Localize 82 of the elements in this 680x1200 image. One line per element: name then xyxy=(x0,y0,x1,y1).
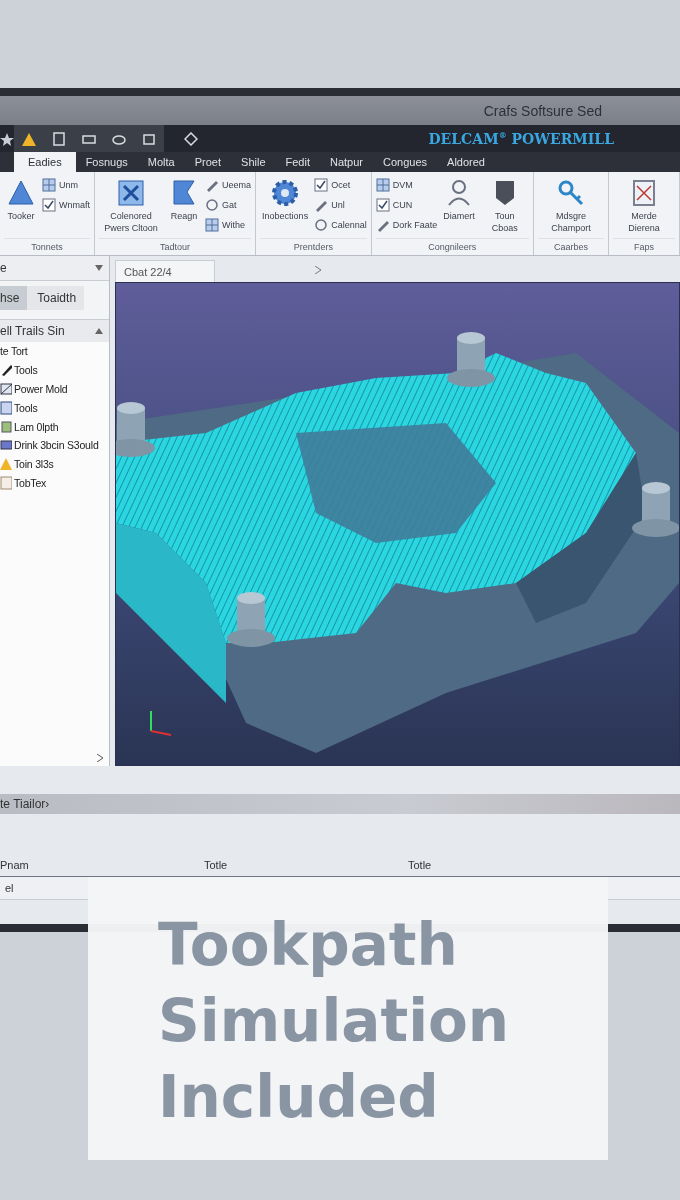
ribbon-button[interactable]: Gat xyxy=(205,198,252,212)
ribbon-tab[interactable]: Molta xyxy=(137,153,185,172)
panel-tab[interactable]: Toaidth xyxy=(27,286,85,310)
tree-item[interactable]: Tools xyxy=(0,398,38,418)
triangle-icon xyxy=(6,178,36,208)
ribbon-button[interactable]: Unm xyxy=(42,178,90,192)
cross-square-icon xyxy=(116,178,147,208)
tree-item[interactable]: Lam 0lpth xyxy=(0,417,59,436)
tree-item[interactable]: Toin 3l3s xyxy=(0,454,54,474)
column-header: Totle xyxy=(408,859,433,871)
group-label: Faps xyxy=(613,238,675,255)
promo-headline: Simulation xyxy=(158,986,511,1057)
caret-icon xyxy=(95,328,103,334)
ribbon-tab[interactable]: Congues xyxy=(373,153,438,172)
tree-header[interactable]: ell Trails Sin xyxy=(0,320,109,342)
tree-item[interactable]: TobTex xyxy=(0,473,47,493)
brand-logo: DELCAM$^{®}$ POWERMILL xyxy=(428,130,614,147)
promo-headline: Tookpath xyxy=(158,910,459,981)
ribbon-button[interactable]: Merde Dierena xyxy=(613,178,675,234)
star-icon[interactable] xyxy=(0,131,14,146)
document-icon xyxy=(0,400,12,415)
check-icon xyxy=(42,198,56,212)
column-header: Totle xyxy=(204,859,229,871)
ribbon-button[interactable]: Colenored Pwers Cltoon xyxy=(99,178,164,234)
ribbon-tab[interactable]: Fedit xyxy=(275,153,320,172)
group-label: Tadtour xyxy=(99,238,252,255)
tree-item[interactable]: Drink 3bcin S3ould xyxy=(0,436,99,455)
circle-icon xyxy=(205,198,220,212)
ribbon-button[interactable]: CUN xyxy=(375,198,438,212)
gear-icon xyxy=(270,178,301,208)
group-label: Prentders xyxy=(260,238,367,255)
ribbon-button[interactable]: Withe xyxy=(205,218,252,232)
panel-dropdown[interactable]: e xyxy=(0,256,109,281)
ribbon-button[interactable]: Calennal xyxy=(314,218,367,232)
ribbon-button[interactable]: Ueema xyxy=(205,178,252,192)
ribbon-tab[interactable]: Eadies xyxy=(14,152,76,172)
ribbon-button[interactable]: Toun Cboas xyxy=(480,178,529,234)
ribbon-button[interactable]: Tooker xyxy=(4,178,38,222)
ribbon-button[interactable]: Reagn xyxy=(167,178,202,222)
ribbon-tab[interactable]: Shile xyxy=(231,153,276,172)
pencil-icon xyxy=(314,198,329,212)
panel-tab[interactable]: hse xyxy=(0,286,28,310)
dropdown-value: e xyxy=(0,261,7,275)
pencil-icon xyxy=(0,363,12,378)
promo-headline: Included xyxy=(158,1062,440,1133)
document-icon xyxy=(0,475,12,490)
tree-item[interactable]: Tools xyxy=(0,360,38,380)
ribbon-tab[interactable]: Fosnugs xyxy=(75,153,138,172)
ribbon-button[interactable]: Unl xyxy=(314,198,367,212)
check-icon xyxy=(314,178,329,192)
diamond-icon[interactable] xyxy=(184,131,198,146)
ribbon-button[interactable]: Diamert xyxy=(441,178,477,222)
warning-icon[interactable] xyxy=(22,131,36,146)
panel-title: te Tiailor› xyxy=(0,797,50,811)
ribbon-button[interactable]: Ocet xyxy=(314,178,367,192)
caret-icon xyxy=(95,265,103,271)
warning-icon xyxy=(0,457,12,472)
view-tab[interactable]: Cbat 22/4 xyxy=(115,260,215,282)
circle-icon xyxy=(314,218,329,232)
group-label: Tonnets xyxy=(4,238,90,255)
window-title: Crafs Softsure Sed xyxy=(483,102,602,119)
ribbon-button[interactable]: DVM xyxy=(375,178,438,192)
group-label: Caarbes xyxy=(537,238,605,255)
pencil-icon xyxy=(205,178,220,192)
group-label: Congnileers xyxy=(375,238,529,255)
axis-triad-icon xyxy=(150,710,172,736)
ribbon-button[interactable]: Mdsgre Champort xyxy=(537,178,605,234)
chevron-right-icon[interactable] xyxy=(315,266,321,274)
check-icon xyxy=(375,198,390,212)
ribbon-button[interactable]: Dork Faate xyxy=(375,218,438,232)
column-header: Pnam xyxy=(0,859,30,871)
document-icon[interactable] xyxy=(52,131,66,146)
table-cell-text: el xyxy=(4,882,15,894)
tree-item[interactable]: Power Mold xyxy=(0,379,68,399)
chevron-right-icon[interactable] xyxy=(97,754,103,762)
ribbon-tab[interactable]: Natpur xyxy=(320,153,373,172)
tree-item[interactable]: te Tort xyxy=(0,342,28,361)
ribbon-tab[interactable]: Aldored xyxy=(437,153,495,172)
tree-header-label: ell Trails Sin xyxy=(0,324,65,338)
ribbon-button[interactable]: Inobections xyxy=(260,178,311,222)
ribbon-button[interactable]: Wnmaft xyxy=(42,198,90,212)
ribbon-tab[interactable]: Proet xyxy=(184,153,232,172)
